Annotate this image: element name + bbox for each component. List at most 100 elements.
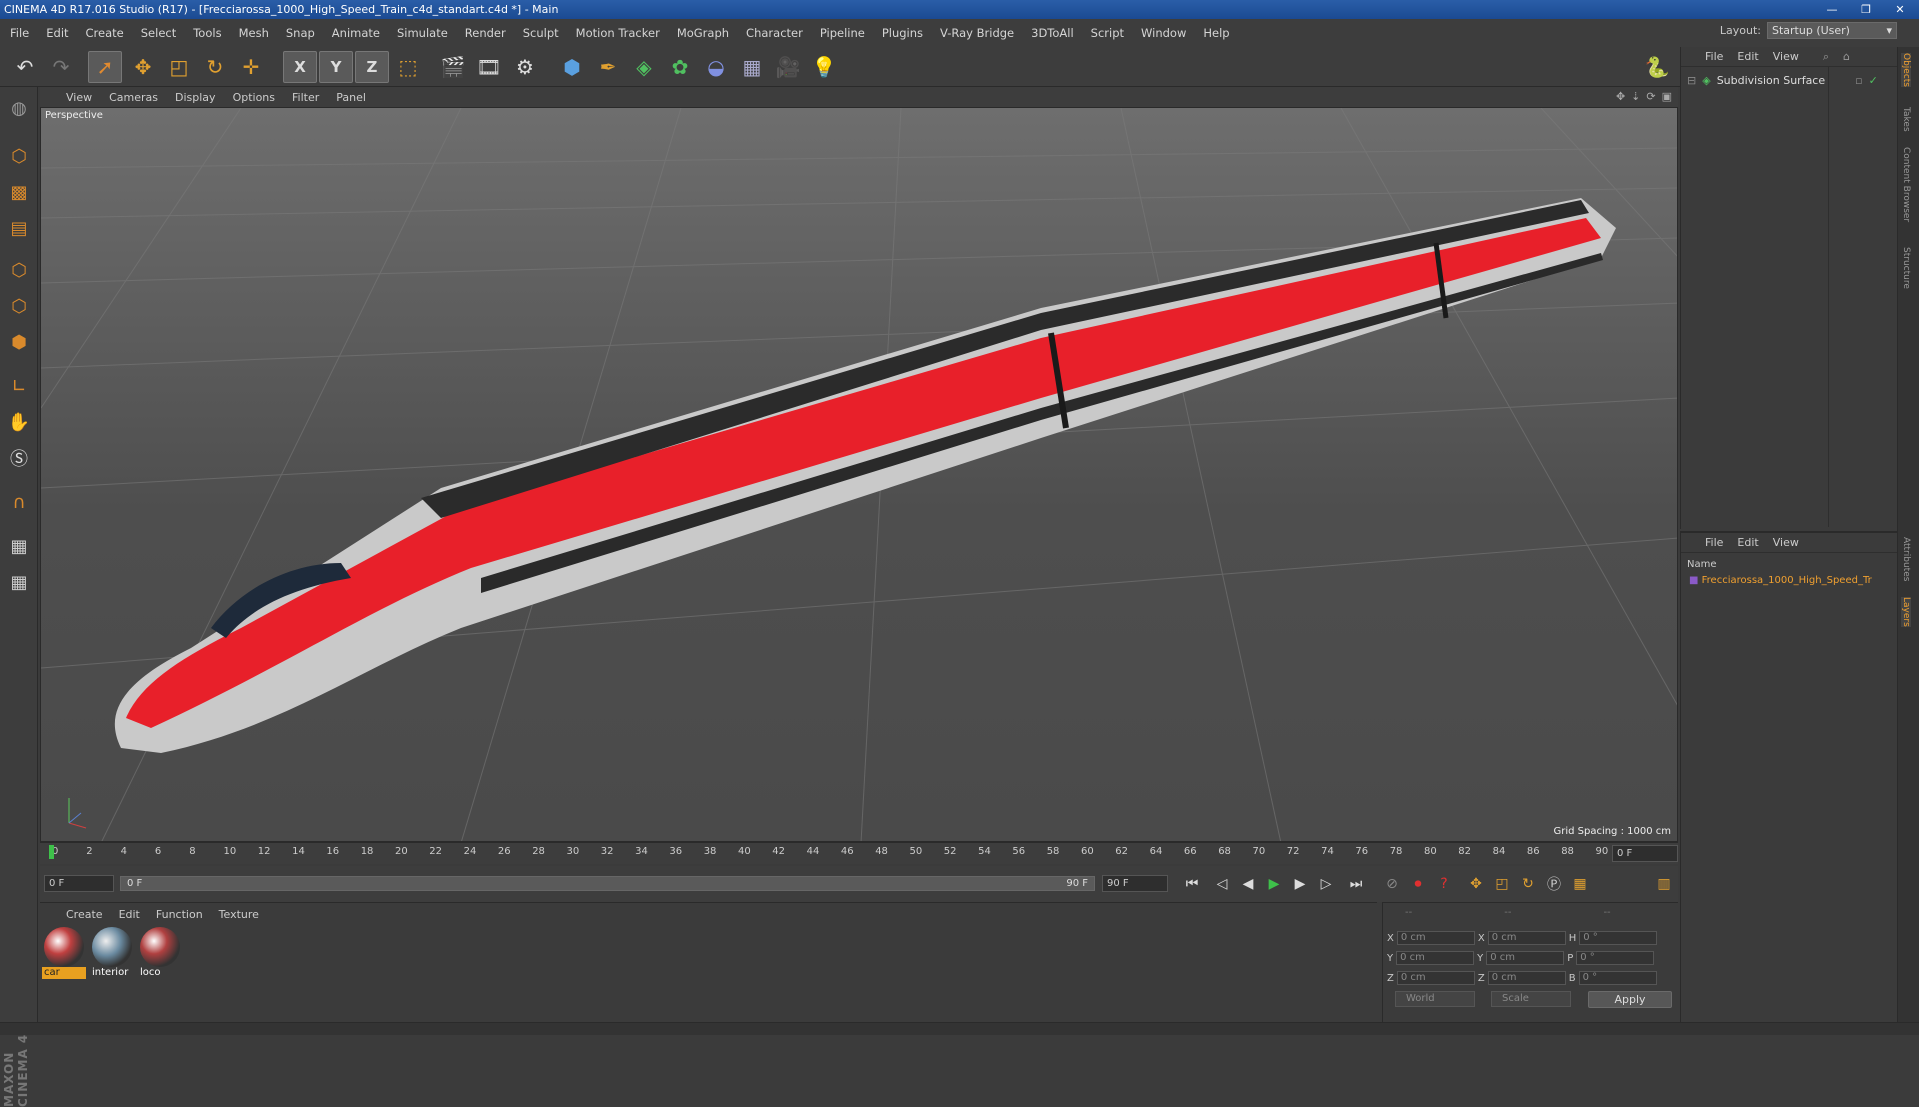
size-mode-dropdown[interactable]: Scale xyxy=(1491,991,1571,1007)
deformer-icon[interactable]: ◒ xyxy=(699,51,733,83)
playhead[interactable] xyxy=(49,845,54,859)
viewport-menu-cameras[interactable]: Cameras xyxy=(109,91,158,104)
viewport-menu-filter[interactable]: Filter xyxy=(292,91,319,104)
timeline-window-icon[interactable]: ▥ xyxy=(1652,873,1676,895)
layer-menu-edit[interactable]: Edit xyxy=(1737,536,1758,549)
material-menu-edit[interactable]: Edit xyxy=(119,908,140,921)
material-car[interactable]: car xyxy=(42,927,86,979)
edit-render-settings-icon[interactable]: ⚙ xyxy=(508,51,542,83)
menu-help[interactable]: Help xyxy=(1203,26,1229,40)
scale-icon[interactable]: ◰ xyxy=(162,51,196,83)
viewport-menu-display[interactable]: Display xyxy=(175,91,216,104)
previous-frame-icon[interactable]: ◀ xyxy=(1236,873,1260,895)
perspective-viewport[interactable]: Perspective Grid Spacing : 1000 cm xyxy=(40,107,1678,842)
live-selection-icon[interactable]: ➚ xyxy=(88,51,122,83)
position-z-field[interactable]: 0 cm xyxy=(1396,971,1475,985)
menu-snap[interactable]: Snap xyxy=(286,26,315,40)
go-to-end-icon[interactable]: ⏭ xyxy=(1344,873,1368,895)
maximize-icon[interactable]: ▣ xyxy=(1662,90,1672,103)
menu-simulate[interactable]: Simulate xyxy=(397,26,448,40)
y-axis-icon[interactable]: Y xyxy=(319,51,353,83)
layer-menu-view[interactable]: View xyxy=(1773,536,1799,549)
object-row-subdivision[interactable]: ⊟ ◈ Subdivision Surface ▫ ✓ xyxy=(1687,74,1878,87)
tab-objects[interactable]: Objects xyxy=(1901,53,1911,88)
material-menu-function[interactable]: Function xyxy=(156,908,203,921)
polygons-mode-icon[interactable]: ⬢ xyxy=(3,327,35,357)
tab-takes[interactable]: Takes xyxy=(1901,107,1911,132)
move-icon[interactable]: ✥ xyxy=(126,51,160,83)
camera-icon[interactable]: 🎥 xyxy=(771,51,805,83)
lock-workplane-icon[interactable]: ▦ xyxy=(3,531,35,561)
timeline-ruler[interactable]: 0 2 4 6 8 10 12 14 16 18 20 22 24 26 28 30 32 34 36 38 40 42 4… xyxy=(40,842,1678,864)
search-icon[interactable]: ⌕ xyxy=(1823,50,1829,64)
size-z-field[interactable]: 0 cm xyxy=(1487,971,1566,985)
end-frame-field[interactable]: 90 F xyxy=(1102,875,1168,892)
edges-mode-icon[interactable]: ⬡ xyxy=(3,291,35,321)
tweak-mode-icon[interactable]: ✋ xyxy=(3,407,35,437)
menu-tools[interactable]: Tools xyxy=(193,26,221,40)
start-frame-field[interactable]: 0 F xyxy=(44,875,114,892)
rotation-b-field[interactable]: 0 ° xyxy=(1578,971,1657,985)
redo-icon[interactable]: ↷ xyxy=(44,51,78,83)
model-mode-icon[interactable]: ⬡ xyxy=(3,141,35,171)
material-menu-texture[interactable]: Texture xyxy=(219,908,259,921)
z-axis-icon[interactable]: Z xyxy=(355,51,389,83)
keyframe-selection-icon[interactable]: ? xyxy=(1432,873,1456,895)
add-icon[interactable]: ✛ xyxy=(234,51,268,83)
material-menu-create[interactable]: Create xyxy=(66,908,103,921)
frame-range-slider[interactable]: 0 F 90 F xyxy=(120,876,1095,891)
menu-sculpt[interactable]: Sculpt xyxy=(523,26,559,40)
home-icon[interactable]: ⌂ xyxy=(1843,50,1850,63)
material-interior[interactable]: interior xyxy=(90,927,134,979)
object-menu-view[interactable]: View xyxy=(1773,50,1799,63)
menu-3dtoall[interactable]: 3DToAll xyxy=(1031,26,1074,40)
minimize-icon[interactable]: — xyxy=(1819,1,1845,17)
next-key-icon[interactable]: ▷ xyxy=(1314,873,1338,895)
pen-icon[interactable]: ✒ xyxy=(591,51,625,83)
rotate-icon[interactable]: ↻ xyxy=(198,51,232,83)
light-icon[interactable]: 💡 xyxy=(807,51,841,83)
floor-icon[interactable]: ▦ xyxy=(735,51,769,83)
coordinate-mode-dropdown[interactable]: World xyxy=(1395,991,1475,1007)
coordinate-system-icon[interactable]: ⬚ xyxy=(391,51,425,83)
menu-vray-bridge[interactable]: V-Ray Bridge xyxy=(940,26,1014,40)
subdivision-icon[interactable]: ◈ xyxy=(627,51,661,83)
key-rotation-icon[interactable]: ↻ xyxy=(1516,873,1540,895)
menu-animate[interactable]: Animate xyxy=(332,26,380,40)
record-icon[interactable]: ⊘ xyxy=(1380,873,1404,895)
solo-icon[interactable]: Ⓢ xyxy=(3,443,35,473)
python-icon[interactable]: 🐍 xyxy=(1640,51,1674,83)
snap-magnet-icon[interactable]: ∩ xyxy=(3,487,35,517)
render-view-icon[interactable]: 🎬 xyxy=(436,51,470,83)
key-position-icon[interactable]: ✥ xyxy=(1464,873,1488,895)
undo-icon[interactable]: ↶ xyxy=(8,51,42,83)
menu-window[interactable]: Window xyxy=(1141,26,1186,40)
points-mode-icon[interactable]: ⬡ xyxy=(3,255,35,285)
tab-structure[interactable]: Structure xyxy=(1901,247,1911,289)
menu-edit[interactable]: Edit xyxy=(46,26,68,40)
size-x-field[interactable]: 0 cm xyxy=(1487,931,1566,945)
viewport-menu-panel[interactable]: Panel xyxy=(336,91,366,104)
menu-character[interactable]: Character xyxy=(746,26,803,40)
pan-icon[interactable]: ✥ xyxy=(1616,90,1625,103)
expand-icon[interactable]: ⊟ xyxy=(1687,74,1696,87)
menu-script[interactable]: Script xyxy=(1091,26,1124,40)
render-picture-viewer-icon[interactable]: 🎞 xyxy=(472,51,506,83)
menu-create[interactable]: Create xyxy=(86,26,124,40)
key-parameter-icon[interactable]: Ⓟ xyxy=(1542,873,1566,895)
layer-menu-file[interactable]: File xyxy=(1705,536,1723,549)
object-menu-edit[interactable]: Edit xyxy=(1737,50,1758,63)
zoom-icon[interactable]: ⇣ xyxy=(1631,90,1640,103)
symmetry-icon[interactable]: ▦ xyxy=(3,567,35,597)
layer-row[interactable]: ■ Frecciarossa_1000_High_Speed_Tr xyxy=(1689,575,1894,586)
position-y-field[interactable]: 0 cm xyxy=(1396,951,1475,965)
rotation-h-field[interactable]: 0 ° xyxy=(1579,931,1658,945)
menu-select[interactable]: Select xyxy=(141,26,176,40)
close-icon[interactable]: ✕ xyxy=(1887,1,1913,17)
current-frame-field[interactable]: 0 F xyxy=(1612,845,1678,862)
menu-mesh[interactable]: Mesh xyxy=(239,26,269,40)
previous-key-icon[interactable]: ◁ xyxy=(1210,873,1234,895)
autokey-icon[interactable]: ⏺ xyxy=(1406,873,1430,895)
key-scale-icon[interactable]: ◰ xyxy=(1490,873,1514,895)
texture-mode-icon[interactable]: ▩ xyxy=(3,177,35,207)
